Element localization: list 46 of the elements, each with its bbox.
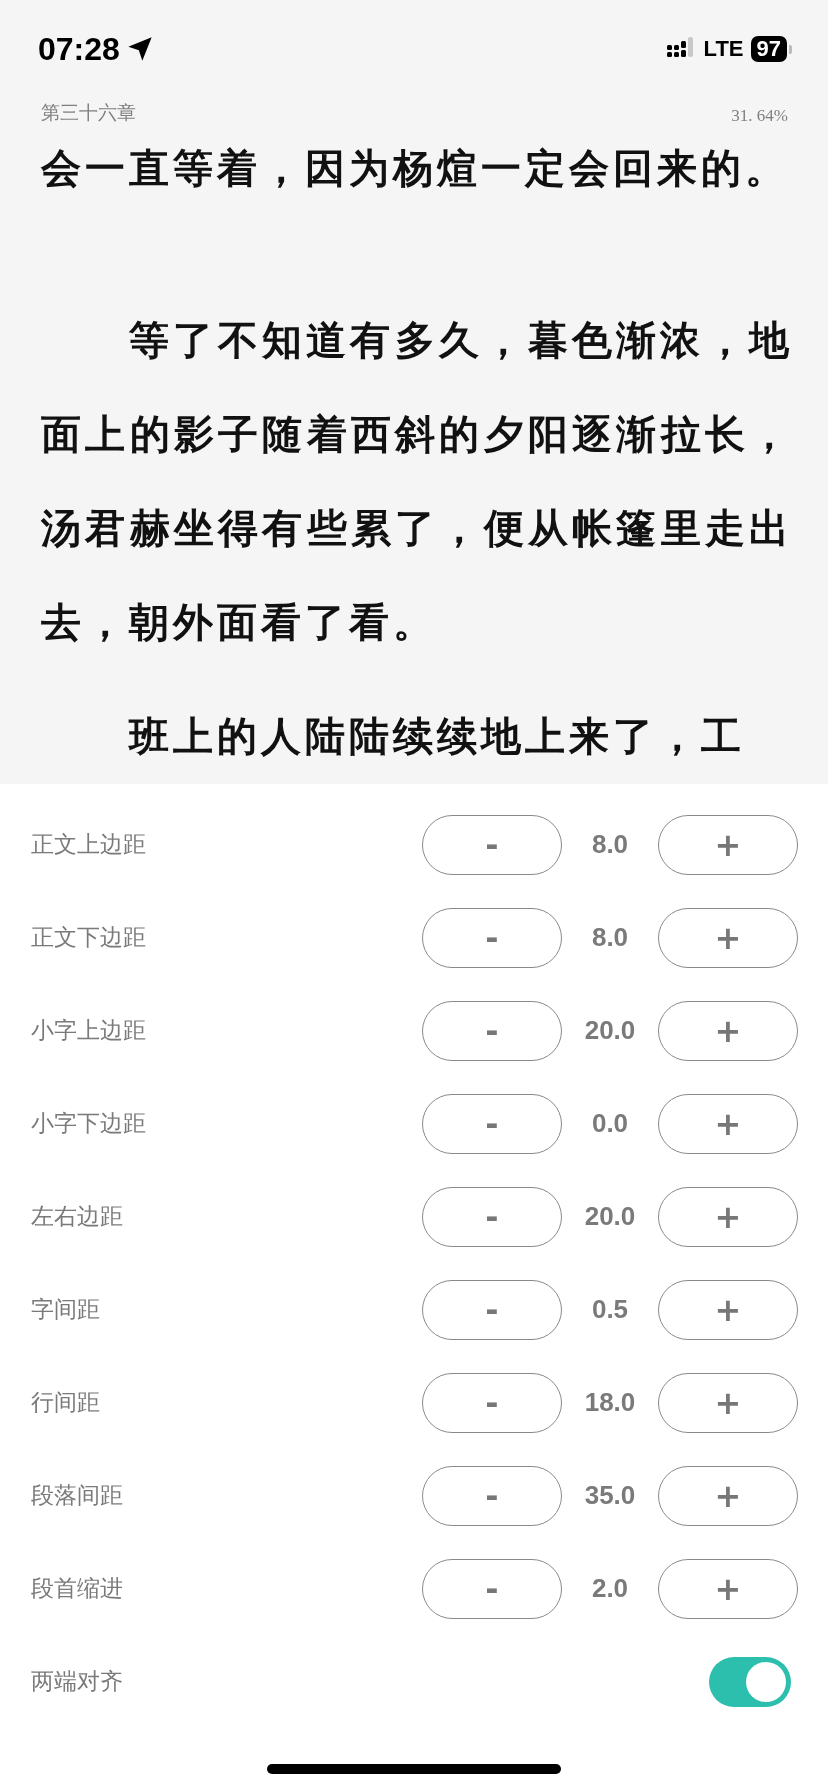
setting-label: 两端对齐: [31, 1667, 123, 1696]
setting-value: 0.0: [590, 1108, 630, 1139]
chapter-title: 第三十六章: [41, 100, 136, 125]
setting-value: 8.0: [590, 922, 630, 953]
setting-label: 字间距: [31, 1295, 100, 1324]
setting-value: 35.0: [583, 1480, 637, 1511]
decrease-button[interactable]: -: [422, 814, 562, 875]
decrease-button[interactable]: -: [422, 1186, 562, 1247]
network-label: LTE: [703, 36, 744, 62]
setting-label: 小字下边距: [31, 1109, 146, 1138]
decrease-button[interactable]: -: [422, 1279, 562, 1340]
paragraph: 会一直等着，因为杨煊一定会回来的。: [41, 144, 790, 193]
setting-label: 正文上边距: [31, 830, 146, 859]
setting-value: 18.0: [583, 1387, 637, 1418]
setting-value: 0.5: [590, 1294, 630, 1325]
setting-value: 20.0: [583, 1201, 637, 1232]
setting-label: 左右边距: [31, 1202, 123, 1231]
increase-button[interactable]: +: [658, 1186, 798, 1247]
increase-button[interactable]: +: [658, 1558, 798, 1619]
decrease-button[interactable]: -: [422, 1465, 562, 1526]
battery-level: 97: [756, 36, 781, 62]
decrease-button[interactable]: -: [422, 1372, 562, 1433]
decrease-button[interactable]: -: [422, 907, 562, 968]
setting-label: 段首缩进: [31, 1574, 123, 1603]
setting-value: 20.0: [583, 1015, 637, 1046]
percentage-label: 31. 64%: [731, 106, 788, 126]
decrease-button[interactable]: -: [422, 1093, 562, 1154]
decrease-button[interactable]: -: [422, 1558, 562, 1619]
setting-label: 行间距: [31, 1388, 100, 1417]
increase-button[interactable]: +: [658, 1000, 798, 1061]
setting-value: 8.0: [590, 829, 630, 860]
decrease-button[interactable]: -: [422, 1000, 562, 1061]
paragraph: 等了不知道有多久，暮色渐浓，地面上的影子随着西斜的夕阳逐渐拉长，汤君赫坐得有些累了，便从帐篷里走出去，朝外面看了看。: [41, 316, 793, 647]
increase-button[interactable]: +: [658, 814, 798, 875]
increase-button[interactable]: +: [658, 1465, 798, 1526]
toggle-switch[interactable]: [709, 1656, 791, 1707]
increase-button[interactable]: +: [658, 907, 798, 968]
time: 07:28: [38, 30, 120, 68]
paragraph: 班上的人陆陆续续地上来了，工: [127, 712, 746, 761]
increase-button[interactable]: +: [658, 1093, 798, 1154]
setting-label: 正文下边距: [31, 923, 146, 952]
setting-label: 段落间距: [31, 1481, 123, 1510]
increase-button[interactable]: +: [658, 1372, 798, 1433]
setting-value: 2.0: [590, 1573, 630, 1604]
increase-button[interactable]: +: [658, 1279, 798, 1340]
setting-label: 小字上边距: [31, 1016, 146, 1045]
